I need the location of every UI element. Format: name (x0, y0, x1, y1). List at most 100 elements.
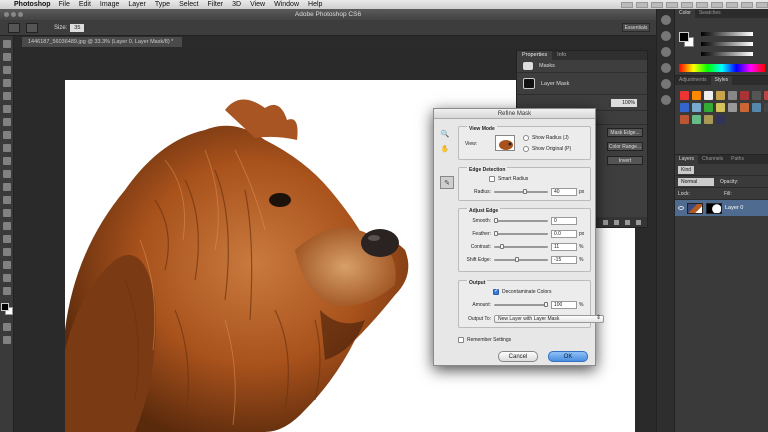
smooth-input[interactable]: 0 (551, 217, 577, 225)
invert-button[interactable]: Invert (607, 155, 643, 165)
blur-tool-icon[interactable] (3, 196, 11, 204)
feather-slider-knob[interactable] (494, 231, 498, 236)
tab-styles[interactable]: Styles (710, 76, 733, 85)
menu-3d[interactable]: 3D (232, 1, 241, 8)
style-swatch[interactable] (740, 103, 749, 112)
crop-tool-icon[interactable] (3, 92, 11, 100)
refine-radius-tool-icon[interactable]: ✎ (440, 176, 454, 189)
mask-edge-button[interactable]: Mask Edge... (607, 127, 643, 137)
smart-radius-checkbox[interactable] (489, 176, 495, 182)
smooth-slider-knob[interactable] (494, 218, 498, 223)
visibility-icon[interactable] (625, 219, 630, 225)
shift-edge-slider[interactable] (494, 257, 548, 262)
status-item-icon[interactable] (666, 1, 678, 8)
size-input[interactable]: 35 (70, 23, 85, 32)
style-swatch[interactable] (716, 91, 725, 100)
layer-mask-thumbnail[interactable] (523, 78, 535, 89)
decontaminate-checkbox[interactable] (493, 287, 499, 295)
show-radius-option[interactable]: Show Radius (J) (523, 135, 569, 141)
lasso-tool-icon[interactable] (3, 66, 11, 74)
style-swatch[interactable] (704, 103, 713, 112)
style-swatch[interactable] (728, 103, 737, 112)
color-slider-1[interactable] (701, 32, 753, 36)
menu-help[interactable]: Help (308, 1, 322, 8)
history-panel-icon[interactable] (661, 15, 671, 25)
cancel-button[interactable]: Cancel (498, 351, 538, 362)
zoom-window-icon[interactable] (18, 12, 23, 17)
workspace-switcher[interactable]: Essentials (622, 23, 650, 32)
amount-slider[interactable] (494, 302, 548, 307)
quick-selection-tool-icon[interactable] (3, 79, 11, 87)
character-panel-icon[interactable] (661, 63, 671, 73)
style-swatch[interactable] (680, 103, 689, 112)
paragraph-panel-icon[interactable] (661, 79, 671, 89)
apply-mask-icon[interactable] (614, 219, 619, 225)
menu-edit[interactable]: Edit (79, 1, 91, 8)
layer-mask-thumbnail[interactable] (706, 202, 722, 214)
style-swatch[interactable] (716, 103, 725, 112)
zoom-tool-icon[interactable]: 🔍 (440, 129, 450, 139)
style-swatch[interactable] (692, 91, 701, 100)
brush-tool-icon[interactable] (3, 131, 11, 139)
layer-thumbnail[interactable] (687, 202, 703, 214)
radius-input[interactable]: 40 (551, 188, 577, 196)
play-actions-icon[interactable] (661, 31, 671, 41)
dodge-tool-icon[interactable] (3, 209, 11, 217)
zoom-tool-icon[interactable] (3, 287, 11, 295)
menu-layer[interactable]: Layer (128, 1, 146, 8)
amount-slider-knob[interactable] (544, 302, 548, 307)
ok-button[interactable]: OK (548, 351, 588, 362)
radius-slider-knob[interactable] (523, 189, 527, 194)
clone-stamp-tool-icon[interactable] (3, 144, 11, 152)
feather-slider[interactable] (494, 231, 548, 236)
tab-info[interactable]: Info (552, 51, 571, 60)
style-swatch[interactable] (764, 91, 768, 100)
info-panel-icon[interactable] (661, 47, 671, 57)
color-slider-3[interactable] (701, 52, 753, 56)
layer-row-selected[interactable]: Layer 0 (675, 200, 768, 216)
status-item-icon[interactable] (696, 1, 708, 8)
contrast-slider-knob[interactable] (499, 244, 504, 249)
view-mode-picker[interactable] (495, 135, 515, 151)
move-tool-icon[interactable] (3, 40, 11, 48)
brush-mode-icon[interactable] (26, 22, 38, 33)
decontaminate-option[interactable]: Decontaminate Colors (493, 287, 551, 295)
radius-slider[interactable] (494, 189, 548, 194)
load-selection-icon[interactable] (603, 219, 608, 225)
color-range-button[interactable]: Color Range... (607, 141, 643, 151)
foreground-color-chip[interactable] (679, 32, 689, 42)
tab-paths[interactable]: Paths (727, 155, 748, 164)
status-item-icon[interactable] (726, 1, 738, 8)
remember-settings-checkbox[interactable] (458, 337, 464, 343)
layer-kind-filter[interactable]: Kind (678, 165, 695, 174)
style-swatch[interactable] (752, 103, 761, 112)
menu-window[interactable]: Window (274, 1, 299, 8)
color-spectrum[interactable] (679, 64, 765, 72)
style-swatch[interactable] (728, 91, 737, 100)
style-swatch[interactable] (704, 115, 713, 124)
properties-panel-icon[interactable] (661, 95, 671, 105)
output-to-select[interactable]: New Layer with Layer Mask (494, 315, 604, 323)
menu-file[interactable]: File (59, 1, 70, 8)
color-slider-2[interactable] (701, 42, 753, 46)
hand-tool-icon[interactable] (3, 274, 11, 282)
style-swatch[interactable] (692, 115, 701, 124)
close-window-icon[interactable] (4, 12, 9, 17)
menu-type[interactable]: Type (155, 1, 170, 8)
status-item-icon[interactable] (711, 1, 723, 8)
style-swatch[interactable] (692, 103, 701, 112)
foreground-color-swatch[interactable] (1, 303, 9, 311)
style-swatch[interactable] (764, 103, 768, 112)
tab-adjustments[interactable]: Adjustments (675, 76, 711, 85)
shift-edge-slider-knob[interactable] (515, 257, 519, 262)
screen-mode-icon[interactable] (3, 336, 11, 344)
tool-preset-picker[interactable] (8, 22, 20, 33)
menu-app-name[interactable]: Photoshop (14, 1, 51, 8)
style-swatch[interactable] (704, 91, 713, 100)
smooth-slider[interactable] (494, 218, 548, 223)
style-swatch[interactable] (680, 91, 689, 100)
tab-color[interactable]: Color (675, 9, 695, 18)
menu-filter[interactable]: Filter (208, 1, 224, 8)
shift-edge-input[interactable]: -15 (551, 256, 577, 264)
smart-radius-option[interactable]: Smart Radius (489, 176, 528, 182)
